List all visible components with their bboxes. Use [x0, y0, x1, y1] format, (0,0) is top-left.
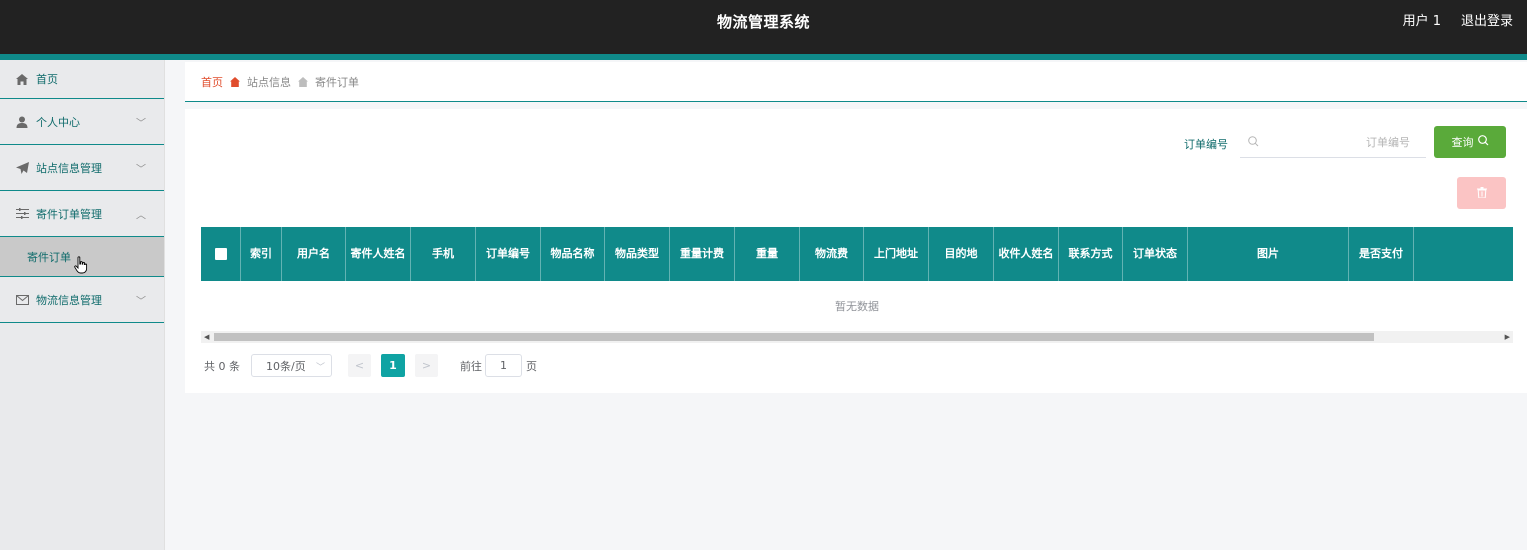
sidebar-item-order-management[interactable]: 寄件订单管理 ︿ — [0, 191, 164, 237]
prev-page-button[interactable]: < — [348, 354, 371, 377]
page-suffix: 页 — [526, 359, 537, 373]
trash-icon — [1476, 186, 1487, 201]
scrollbar-thumb[interactable] — [214, 333, 1374, 341]
column-header: 物品名称 — [541, 227, 605, 281]
envelope-icon — [15, 293, 29, 307]
column-header: 订单状态 — [1123, 227, 1188, 281]
next-page-button[interactable]: > — [415, 354, 438, 377]
sidebar-item-logistics-info[interactable]: 物流信息管理 ﹀ — [0, 277, 164, 323]
chevron-down-icon: ﹀ — [136, 164, 146, 175]
home-icon — [15, 72, 29, 86]
sidebar-item-personal-center[interactable]: 个人中心 ﹀ — [0, 99, 164, 145]
query-button-label: 查询 — [1451, 136, 1474, 149]
column-header: 索引 — [241, 227, 282, 281]
table-horizontal-scrollbar[interactable]: ◀ ▶ — [201, 331, 1513, 343]
sidebar-subitem-label: 寄件订单 — [27, 250, 71, 264]
column-header: 收件人姓名 — [994, 227, 1059, 281]
chevron-up-icon: ︿ — [136, 210, 146, 221]
order-number-input[interactable] — [1266, 131, 1418, 153]
column-header: 上门地址 — [864, 227, 929, 281]
sidebar-subitem-send-orders[interactable]: 寄件订单 — [0, 237, 164, 277]
table-empty-message: 暂无数据 — [201, 281, 1513, 332]
page-size-select[interactable]: 10条/页 ﹀ — [251, 354, 332, 377]
header-accent-bar — [0, 54, 1527, 60]
chevron-down-icon: ﹀ — [315, 363, 325, 373]
app-title: 物流管理系统 — [716, 13, 810, 31]
search-icon — [1248, 136, 1259, 150]
sidebar-item-label: 寄件订单管理 — [36, 207, 102, 221]
paper-plane-icon — [15, 161, 29, 175]
sidebar-item-label: 首页 — [36, 73, 58, 86]
column-header: 目的地 — [929, 227, 994, 281]
sidebar: 首页 个人中心 ﹀ 站点信息管理 ﹀ 寄件订单管理 ︿ 寄件订单 物流信息管理 … — [0, 60, 165, 550]
column-header: 是否支付 — [1349, 227, 1414, 281]
column-header: 图片 — [1188, 227, 1349, 281]
query-button[interactable]: 查询 — [1434, 126, 1506, 158]
page-number-current[interactable]: 1 — [381, 354, 405, 377]
page-size-value: 10条/页 — [266, 359, 306, 373]
sidebar-item-label: 物流信息管理 — [36, 293, 102, 307]
breadcrumb-home[interactable]: 首页 — [201, 74, 223, 90]
total-count: 共 0 条 — [204, 359, 240, 373]
breadcrumb-site-info[interactable]: 站点信息 — [247, 74, 291, 90]
sidebar-item-home[interactable]: 首页 — [0, 60, 164, 99]
sidebar-item-site-info[interactable]: 站点信息管理 ﹀ — [0, 145, 164, 191]
breadcrumb-separator-home-icon — [298, 76, 308, 87]
sliders-icon — [15, 207, 29, 221]
chevron-down-icon: ﹀ — [136, 118, 146, 129]
column-header: 物流费 — [800, 227, 864, 281]
sidebar-item-label: 站点信息管理 — [36, 161, 102, 175]
breadcrumb-separator-home-icon — [230, 76, 240, 87]
pagination: 共 0 条 10条/页 ﹀ < 1 > 前往 页 — [204, 354, 537, 377]
top-header: 物流管理系统 用户 1 退出登录 — [0, 0, 1527, 54]
scroll-right-icon[interactable]: ▶ — [1505, 333, 1510, 341]
orders-table: 索引 用户名 寄件人姓名 手机 订单编号 物品名称 物品类型 重量计费 重量 物… — [201, 227, 1513, 332]
table-header-row: 索引 用户名 寄件人姓名 手机 订单编号 物品名称 物品类型 重量计费 重量 物… — [201, 227, 1513, 281]
goto-page-input[interactable] — [485, 354, 522, 377]
column-header: 寄件人姓名 — [346, 227, 411, 281]
breadcrumb: 首页 站点信息 寄件订单 — [185, 62, 1527, 102]
breadcrumb-current: 寄件订单 — [315, 75, 359, 89]
hand-cursor-icon — [74, 256, 88, 277]
select-all-cell — [201, 227, 241, 281]
sidebar-item-label: 个人中心 — [36, 115, 80, 129]
search-icon — [1477, 135, 1489, 149]
delete-button[interactable] — [1457, 177, 1506, 209]
order-number-label: 订单编号 — [1184, 138, 1228, 151]
logout-link[interactable]: 退出登录 — [1461, 0, 1513, 44]
order-number-search[interactable] — [1240, 127, 1426, 158]
chevron-down-icon: ﹀ — [136, 296, 146, 307]
column-header: 手机 — [411, 227, 476, 281]
select-all-checkbox[interactable] — [214, 248, 227, 260]
user-icon — [15, 115, 29, 129]
column-header: 重量 — [735, 227, 800, 281]
scroll-left-icon[interactable]: ◀ — [204, 333, 209, 341]
column-header: 重量计费 — [670, 227, 735, 281]
column-header: 联系方式 — [1059, 227, 1123, 281]
user-area: 用户 1 退出登录 — [1403, 0, 1513, 44]
current-user-label: 用户 1 — [1402, 14, 1441, 29]
column-header: 订单编号 — [476, 227, 541, 281]
column-header: 用户名 — [282, 227, 346, 281]
column-header-actions — [1414, 227, 1513, 281]
goto-label: 前往 — [460, 359, 482, 373]
column-header: 物品类型 — [605, 227, 670, 281]
